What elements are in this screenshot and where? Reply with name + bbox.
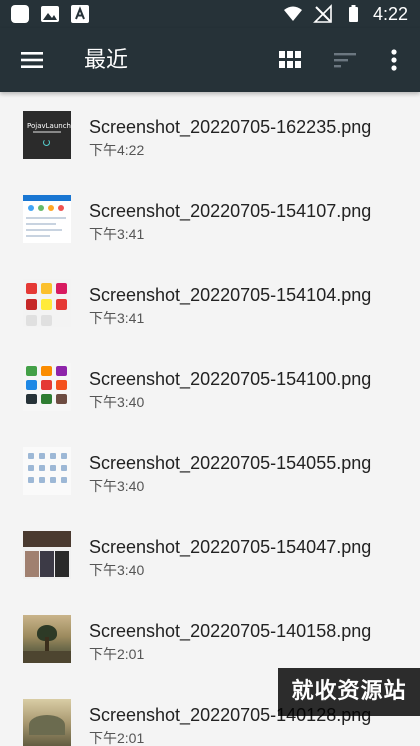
thumbnail-trunk	[45, 637, 49, 651]
page-title: 最近	[84, 47, 129, 72]
app-icon	[11, 5, 29, 23]
no-signal-icon	[313, 4, 332, 23]
more-icon[interactable]	[382, 46, 406, 74]
thumbnail-dot	[39, 477, 45, 483]
file-name: Screenshot_20220705-154107.png	[89, 201, 372, 221]
thumbnail-ground	[23, 651, 71, 663]
file-time: 下午2:01	[89, 730, 145, 746]
file-name: Screenshot_20220705-154104.png	[89, 285, 372, 305]
file-thumbnail	[23, 531, 71, 579]
thumbnail-tile	[41, 299, 52, 310]
file-time: 下午4:22	[89, 142, 145, 158]
image-icon	[41, 6, 59, 22]
thumbnail-block	[23, 531, 71, 547]
thumbnail-tile	[41, 283, 52, 294]
status-bar: 4:22	[0, 0, 420, 28]
file-time: 下午3:41	[89, 226, 145, 242]
file-thumbnail	[23, 195, 71, 243]
thumbnail-block	[55, 551, 69, 577]
thumbnail-hill	[29, 715, 65, 735]
sort-icon[interactable]	[331, 47, 359, 73]
file-row[interactable]: Screenshot_20220705-154107.png 下午3:41	[0, 176, 420, 260]
thumbnail-tile	[56, 394, 67, 404]
thumbnail-tile	[26, 366, 37, 376]
file-thumbnail	[23, 615, 71, 663]
watermark-label: 就收资源站	[278, 668, 420, 716]
file-thumbnail	[23, 447, 71, 495]
thumbnail-dot	[28, 205, 34, 211]
thumbnail-line	[26, 229, 62, 231]
font-icon	[71, 5, 89, 23]
file-name: Screenshot_20220705-140158.png	[89, 621, 372, 641]
file-name: Screenshot_20220705-154100.png	[89, 369, 372, 389]
thumbnail-line	[26, 217, 66, 219]
thumbnail-dot	[50, 477, 56, 483]
file-thumbnail	[23, 363, 71, 411]
wifi-icon	[283, 6, 302, 21]
file-thumbnail	[23, 699, 71, 746]
thumbnail-bar	[23, 195, 71, 201]
thumbnail-tile	[26, 394, 37, 404]
thumbnail-tile	[26, 380, 37, 390]
thumbnail-tile	[41, 366, 52, 376]
thumbnail-tile	[26, 299, 37, 310]
file-name: Screenshot_20220705-154055.png	[89, 453, 372, 473]
status-right: 4:22	[283, 3, 408, 25]
thumbnail-dot	[50, 453, 56, 459]
thumbnail-tile	[56, 283, 67, 294]
thumbnail-dot	[50, 465, 56, 471]
thumbnail-dot	[28, 453, 34, 459]
file-time: 下午3:40	[89, 478, 145, 494]
thumbnail-dot	[61, 465, 67, 471]
thumbnail-tile	[26, 283, 37, 294]
thumbnail-dot	[28, 465, 34, 471]
thumbnail-tile	[26, 315, 37, 326]
file-row[interactable]: Screenshot_20220705-154055.png 下午3:40	[0, 428, 420, 512]
file-thumbnail	[23, 279, 71, 327]
thumbnail-line	[26, 235, 50, 237]
file-row[interactable]: Screenshot_20220705-154104.png 下午3:41	[0, 260, 420, 344]
thumbnail-dot	[58, 205, 64, 211]
thumbnail-dot	[38, 205, 44, 211]
file-time: 下午2:01	[89, 646, 145, 662]
file-row[interactable]: Screenshot_20220705-154047.png 下午3:40	[0, 512, 420, 596]
battery-icon	[348, 5, 358, 22]
thumbnail-dot	[28, 477, 34, 483]
thumbnail-dot	[61, 477, 67, 483]
recent-files-list: PojavLauncher Screenshot_20220705-162235…	[0, 92, 420, 746]
thumbnail-dot	[61, 453, 67, 459]
thumbnail-tile	[41, 315, 52, 326]
thumbnail-tile	[41, 394, 52, 404]
thumbnail-dot	[39, 453, 45, 459]
file-name: Screenshot_20220705-154047.png	[89, 537, 372, 557]
thumbnail-text: PojavLauncher	[27, 122, 71, 130]
thumbnail-tile	[41, 380, 52, 390]
file-row[interactable]: PojavLauncher Screenshot_20220705-162235…	[0, 92, 420, 176]
file-name: Screenshot_20220705-162235.png	[89, 117, 372, 137]
file-time: 下午3:40	[89, 562, 145, 578]
thumbnail-dot	[48, 205, 54, 211]
thumbnail-line	[26, 223, 56, 225]
thumbnail-line	[33, 131, 61, 133]
grid-view-icon[interactable]	[277, 47, 303, 73]
clock: 4:22	[372, 4, 408, 24]
file-row[interactable]: Screenshot_20220705-154100.png 下午3:40	[0, 344, 420, 428]
file-time: 下午3:41	[89, 310, 145, 326]
thumbnail-tile	[56, 380, 67, 390]
file-thumbnail: PojavLauncher	[23, 111, 71, 159]
app-bar: 最近	[0, 28, 420, 92]
thumbnail-spinner	[43, 139, 50, 146]
thumbnail-tile	[56, 299, 67, 310]
status-left	[10, 4, 90, 24]
thumbnail-block	[25, 551, 39, 577]
thumbnail-block	[40, 551, 54, 577]
thumbnail-tile	[56, 366, 67, 376]
thumbnail-dot	[39, 465, 45, 471]
file-time: 下午3:40	[89, 394, 145, 410]
menu-icon[interactable]	[18, 46, 46, 74]
